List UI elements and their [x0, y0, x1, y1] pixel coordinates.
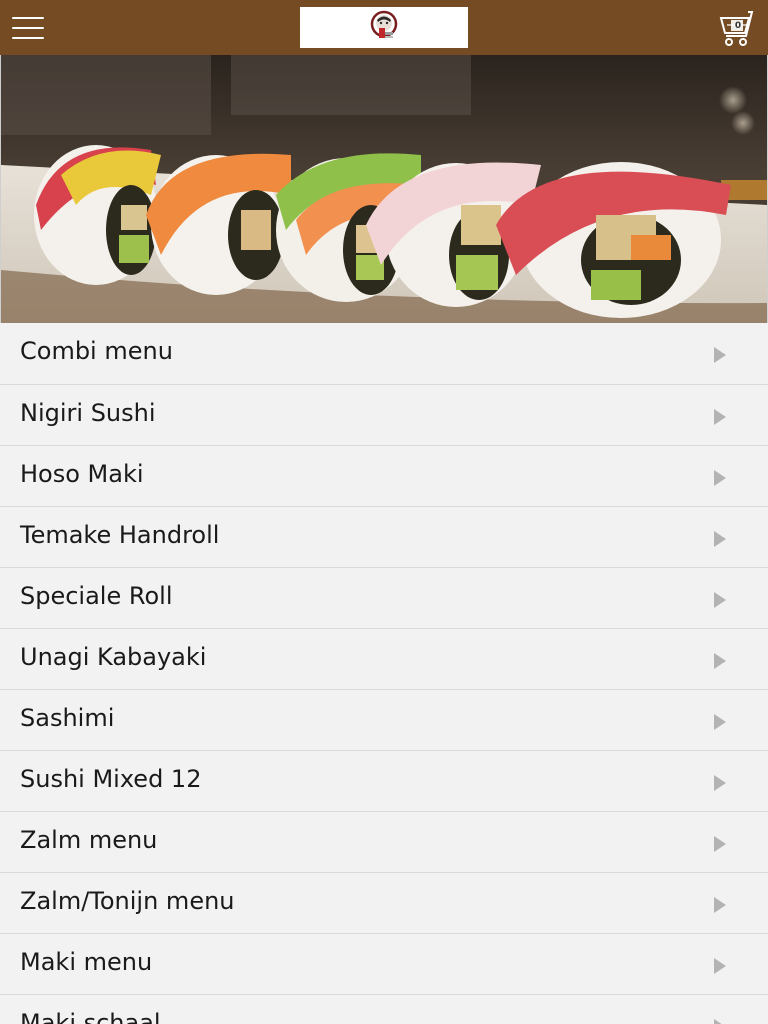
restaurant-logo-icon [370, 10, 398, 38]
hero-banner [0, 55, 768, 323]
sushi-roll [34, 145, 161, 285]
menu-item-speciale-roll[interactable]: Speciale Roll [0, 568, 768, 629]
menu-item-zalm-menu[interactable]: Zalm menu [0, 812, 768, 873]
menu-item-label: Temake Handroll [20, 521, 220, 549]
hamburger-line [12, 17, 44, 19]
menu-item-label: Sashimi [20, 704, 115, 732]
restaurant-logo[interactable] [300, 7, 468, 48]
menu-item-label: Combi menu [20, 337, 173, 365]
menu-item-label: Nigiri Sushi [20, 399, 156, 427]
menu-item-label: Hoso Maki [20, 460, 144, 488]
hamburger-menu-icon[interactable] [12, 16, 44, 40]
chevron-right-icon [714, 714, 726, 730]
chevron-right-icon [714, 409, 726, 425]
chevron-right-icon [714, 1019, 726, 1024]
menu-item-combi-menu[interactable]: Combi menu [0, 323, 768, 385]
category-list: Combi menu Nigiri Sushi Hoso Maki Temake… [0, 323, 768, 1024]
menu-item-label: Zalm/Tonijn menu [20, 887, 235, 915]
menu-item-temake-handroll[interactable]: Temake Handroll [0, 507, 768, 568]
chevron-right-icon [714, 897, 726, 913]
menu-item-maki-menu[interactable]: Maki menu [0, 934, 768, 995]
menu-item-zalm-tonijn-menu[interactable]: Zalm/Tonijn menu [0, 873, 768, 934]
menu-item-label: Speciale Roll [20, 582, 173, 610]
cart-button[interactable]: 0 [718, 8, 762, 48]
chevron-right-icon [714, 836, 726, 852]
chevron-right-icon [714, 958, 726, 974]
chevron-right-icon [714, 775, 726, 791]
menu-item-label: Sushi Mixed 12 [20, 765, 202, 793]
menu-item-label: Unagi Kabayaki [20, 643, 207, 671]
hamburger-line [12, 27, 44, 29]
menu-item-sashimi[interactable]: Sashimi [0, 690, 768, 751]
chevron-right-icon [714, 531, 726, 547]
app-page: 0 Combi menu Nigiri Sushi Hoso Maki Tema… [0, 0, 768, 1024]
menu-item-unagi-kabayaki[interactable]: Unagi Kabayaki [0, 629, 768, 690]
menu-item-hoso-maki[interactable]: Hoso Maki [0, 446, 768, 507]
menu-item-label: Maki schaal [20, 1009, 161, 1024]
top-bar: 0 [0, 0, 768, 55]
hamburger-line [12, 37, 44, 39]
chevron-right-icon [714, 592, 726, 608]
menu-item-maki-schaal[interactable]: Maki schaal [0, 995, 768, 1024]
sushi-rolls-photo [1, 55, 767, 323]
chevron-right-icon [714, 653, 726, 669]
menu-item-label: Maki menu [20, 948, 153, 976]
menu-item-nigiri-sushi[interactable]: Nigiri Sushi [0, 385, 768, 446]
cart-count: 0 [734, 21, 742, 31]
menu-item-label: Zalm menu [20, 826, 158, 854]
menu-item-sushi-mixed-12[interactable]: Sushi Mixed 12 [0, 751, 768, 812]
chevron-right-icon [714, 347, 726, 363]
chevron-right-icon [714, 470, 726, 486]
